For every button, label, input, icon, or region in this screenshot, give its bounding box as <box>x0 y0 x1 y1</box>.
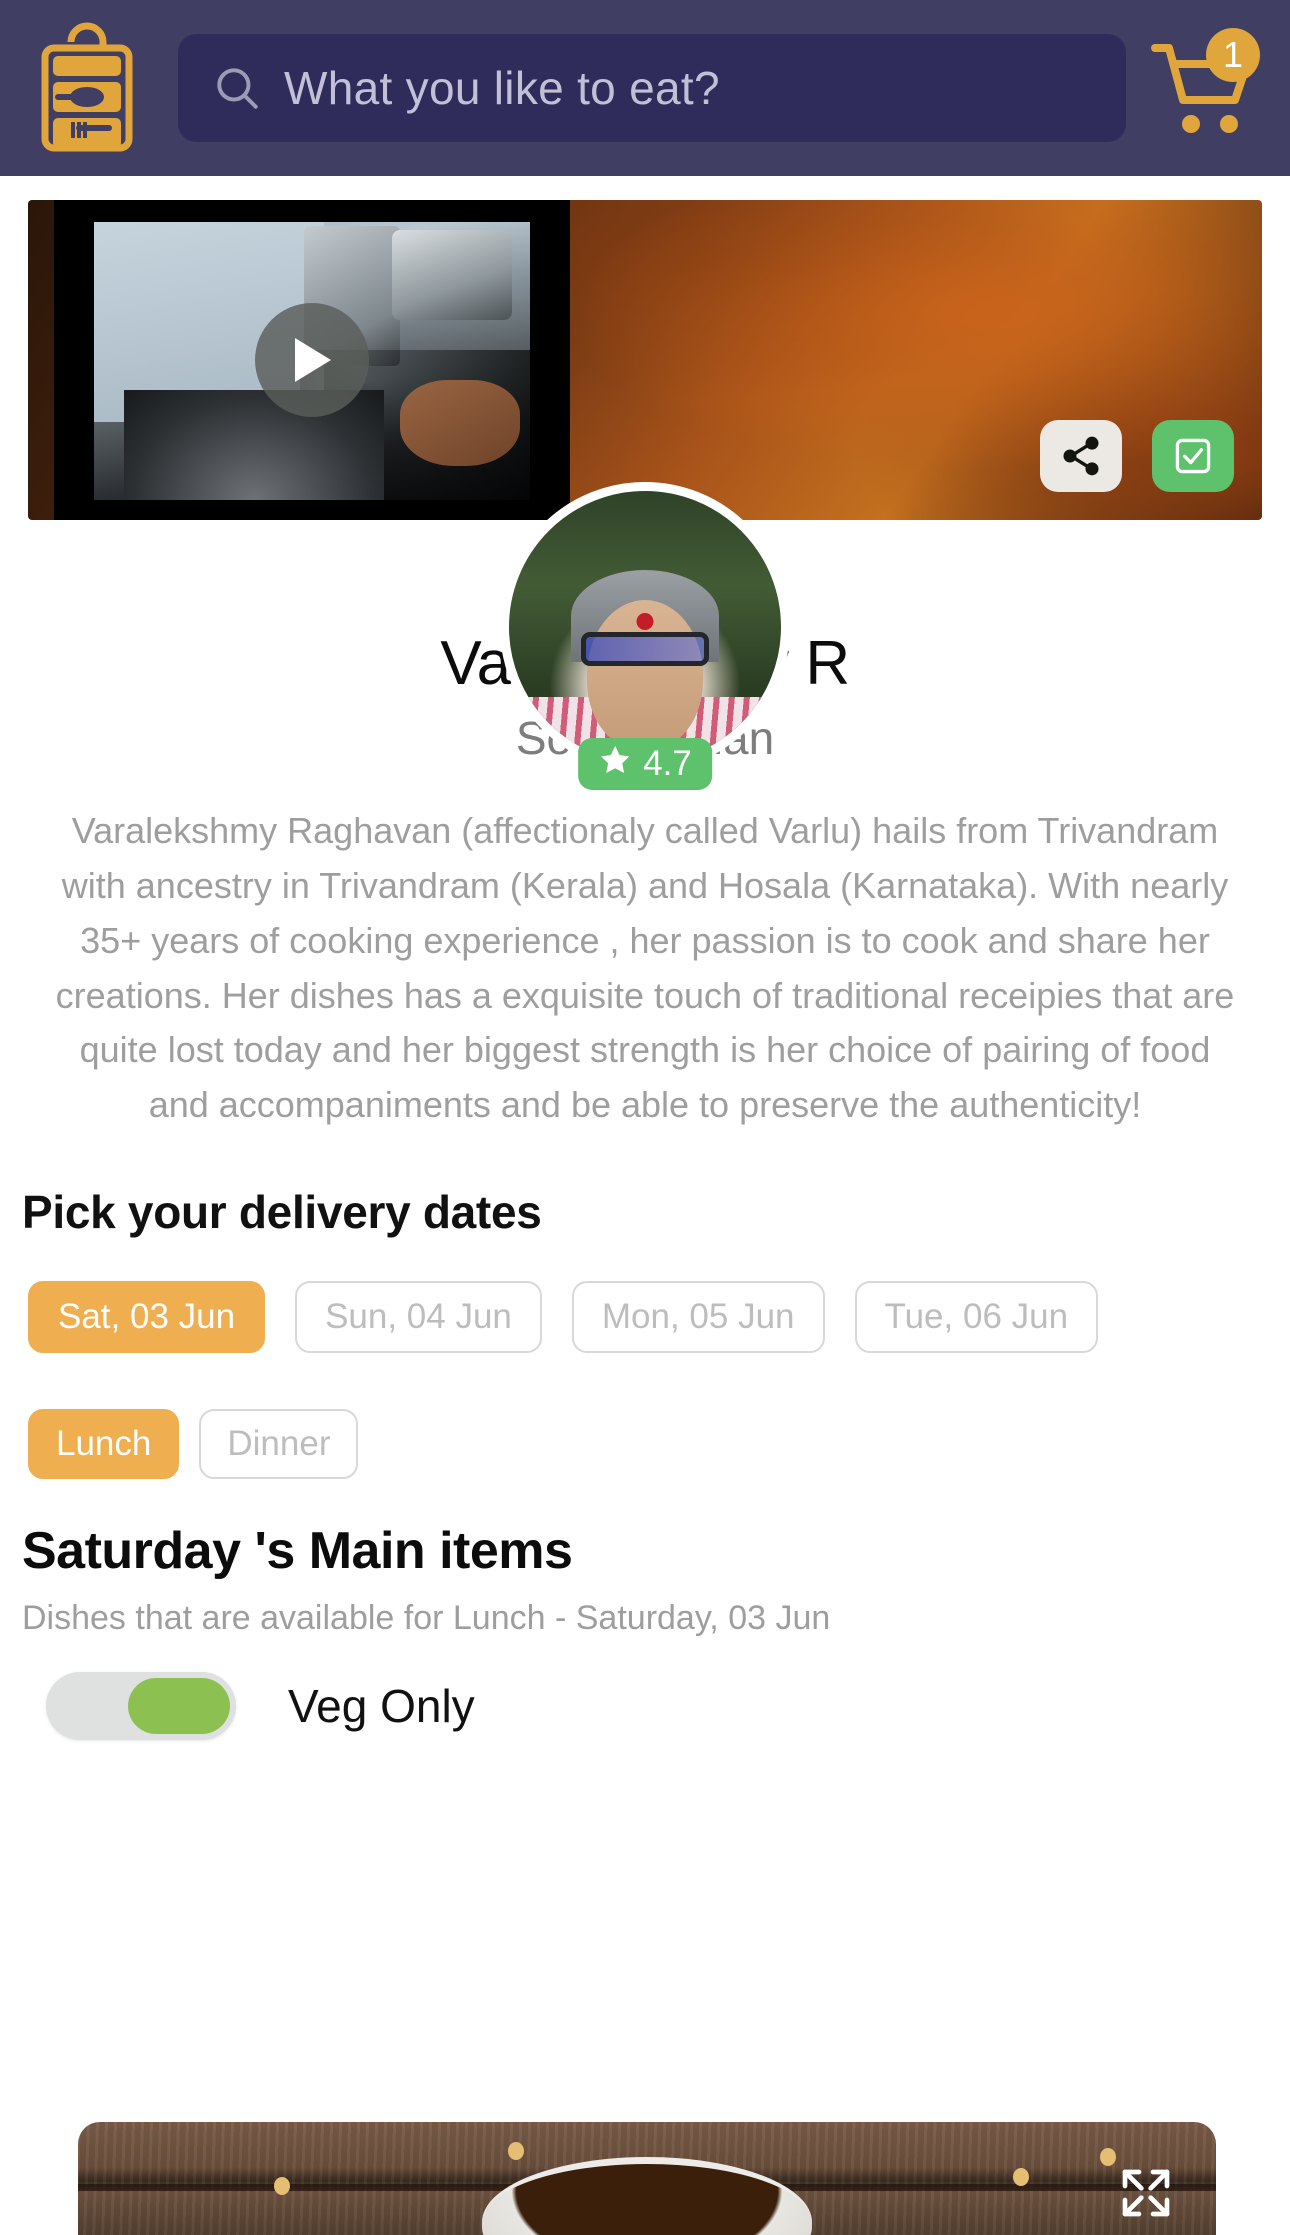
chef-bio: Varalekshmy Raghavan (affectionaly calle… <box>55 810 1235 1126</box>
search-bar[interactable] <box>178 34 1126 142</box>
avatar-image <box>500 482 790 772</box>
seed-decor <box>274 2177 290 2195</box>
veg-only-label: Veg Only <box>288 1679 475 1732</box>
meal-chip-dinner[interactable]: Dinner <box>199 1408 359 1479</box>
video-stove <box>124 390 384 500</box>
chef-video-thumbnail[interactable] <box>54 200 570 520</box>
video-hand <box>400 380 520 466</box>
delivery-dates-title: Pick your delivery dates <box>22 1185 542 1238</box>
seed-decor <box>1100 2148 1116 2166</box>
meal-chip-lunch[interactable]: Lunch <box>28 1408 180 1479</box>
share-button[interactable] <box>1040 420 1122 492</box>
expand-fullscreen-icon[interactable] <box>1118 2165 1174 2221</box>
select-chef-button[interactable] <box>1152 420 1234 492</box>
date-chip-3[interactable]: Tue, 06 Jun <box>854 1280 1099 1353</box>
date-chip-1[interactable]: Sun, 04 Jun <box>295 1280 542 1353</box>
main-items-subtitle: Dishes that are available for Lunch - Sa… <box>22 1598 831 1637</box>
video-pot-front <box>392 230 512 320</box>
rating-value: 4.7 <box>643 744 692 783</box>
chef-banner <box>28 200 1262 520</box>
veg-only-toggle[interactable] <box>46 1671 236 1740</box>
banner-action-group <box>1040 420 1234 492</box>
main-items-title: Saturday 's Main items <box>22 1521 573 1580</box>
cart-button[interactable]: 1 <box>1146 28 1268 148</box>
app-header: 1 <box>0 0 1290 176</box>
app-root: 1 <box>0 0 1290 2235</box>
star-icon <box>598 743 632 786</box>
play-icon[interactable] <box>255 303 369 417</box>
avatar-glasses <box>581 632 709 667</box>
veg-only-row: Veg Only <box>46 1671 1290 1740</box>
tiffin-box-logo[interactable] <box>22 14 152 162</box>
status-badge: 4.7 <box>578 738 712 790</box>
delivery-date-chips: Sat, 03 Jun Sun, 04 Jun Mon, 05 Jun Tue,… <box>28 1280 1290 1353</box>
cart-badge: 1 <box>1206 28 1260 82</box>
chef-avatar[interactable]: 4.7 <box>500 482 790 790</box>
toggle-knob <box>128 1677 230 1734</box>
seed-decor <box>508 2142 524 2160</box>
date-chip-0[interactable]: Sat, 03 Jun <box>28 1280 266 1353</box>
search-input[interactable] <box>284 61 1092 115</box>
seed-decor <box>1013 2168 1029 2186</box>
search-icon <box>212 63 262 113</box>
dish-card[interactable] <box>78 2122 1216 2235</box>
date-chip-2[interactable]: Mon, 05 Jun <box>571 1280 825 1353</box>
avatar-bindi <box>636 613 654 631</box>
meal-type-chips: Lunch Dinner <box>28 1408 1290 1479</box>
